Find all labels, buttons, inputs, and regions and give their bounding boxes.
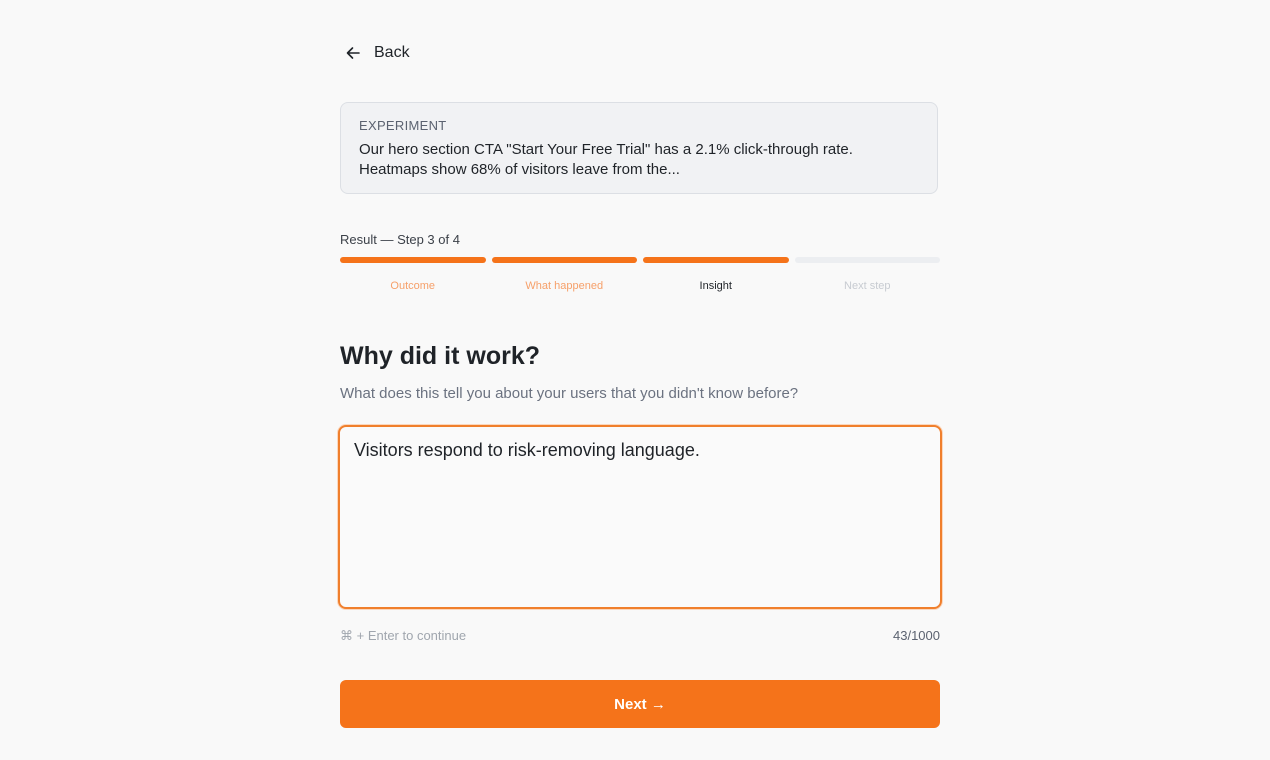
- step-labels: Outcome What happened Insight Next step: [340, 280, 940, 292]
- keyboard-hint: ⌘ + Enter to continue: [340, 628, 467, 643]
- back-label: Back: [374, 44, 410, 61]
- progress-segment: [340, 257, 486, 263]
- arrow-left-icon: [346, 46, 360, 60]
- next-button[interactable]: Next →: [340, 680, 940, 728]
- question-title: Why did it work?: [340, 342, 540, 370]
- experiment-label: EXPERIMENT: [359, 118, 447, 133]
- experiment-card: EXPERIMENT Our hero section CTA "Start Y…: [340, 102, 938, 194]
- answer-textarea[interactable]: [338, 425, 942, 609]
- step-label-outcome: Outcome: [390, 280, 436, 292]
- progress-segment: [643, 257, 789, 263]
- progress-bar: [340, 257, 940, 263]
- progress-segment: [794, 257, 940, 263]
- progress-segment: [491, 257, 637, 263]
- step-label-insight: Insight: [699, 280, 732, 292]
- question-subtitle: What does this tell you about your users…: [340, 385, 799, 402]
- page: Back EXPERIMENT Our hero section CTA "St…: [0, 0, 1270, 760]
- step-indicator: Result — Step 3 of 4: [340, 232, 460, 247]
- character-counter: 43/1000: [893, 628, 940, 643]
- step-label-what-happened: What happened: [525, 280, 604, 292]
- back-button[interactable]: Back: [346, 44, 410, 62]
- step-label-next-step: Next step: [844, 280, 891, 292]
- experiment-text: Our hero section CTA "Start Your Free Tr…: [359, 141, 853, 178]
